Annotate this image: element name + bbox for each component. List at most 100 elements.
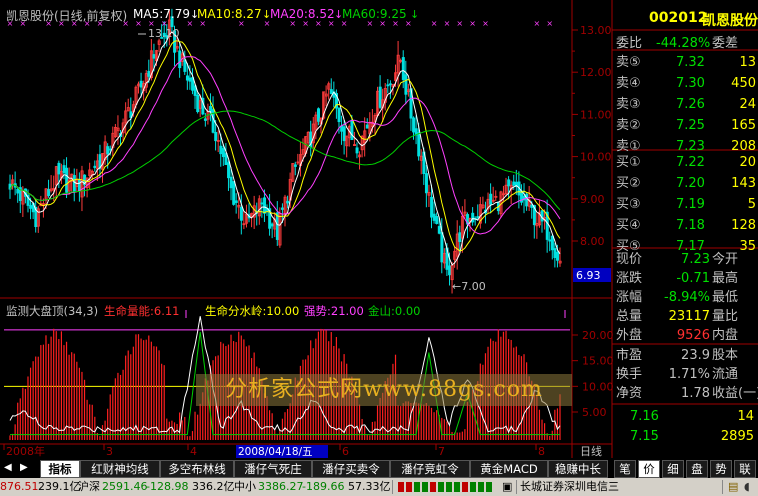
quote-tab-1[interactable]: 价 [638, 460, 660, 478]
breadth-block [446, 482, 452, 492]
zx-change: -189.66 [302, 480, 345, 493]
bid-row-1: 买① 7.22 20 [614, 154, 758, 171]
quote-tab-2[interactable]: 细 [662, 460, 684, 478]
gold-mountain-label: 金山:0.00 [368, 304, 421, 318]
ask-volume: 165 [731, 118, 756, 133]
candle-body [355, 147, 359, 154]
candle-body [512, 181, 516, 186]
date-tick-label: 2008年 [6, 444, 45, 458]
sz-label: 沪深 [78, 480, 100, 493]
candle-body [350, 120, 354, 141]
candle-body [550, 235, 554, 251]
bid-volume: 20 [739, 155, 756, 170]
candle-body [337, 107, 341, 123]
price-tick-label: 9.00 [580, 193, 605, 206]
trading-terminal: 13.00 12.00 11.00 10.00 9.00 8.00 6.93 20.00 15.… [0, 0, 758, 496]
indicator-tick-label: 20.00 [582, 329, 614, 342]
tab-scroll-left-icon[interactable]: ◀ [4, 462, 12, 473]
sz-amount: 336.2亿 [192, 480, 235, 493]
candle-body [209, 106, 213, 113]
stat-row-1: 涨跌 -0.71 最高 [614, 270, 758, 287]
quote-tab-4[interactable]: 势 [710, 460, 732, 478]
date-tick-label: 7 [438, 445, 445, 458]
stat2-row-0: 市盈 23.9 股本 [614, 347, 758, 364]
quote-tab-3[interactable]: 盘 [686, 460, 708, 478]
ask-row-2: 卖② 7.25 165 [614, 117, 758, 134]
indicator-tick-label: 10.00 [582, 380, 614, 393]
ma10-label: MA10:8.27 [197, 7, 262, 21]
tab-6[interactable]: 黄金MACD [470, 460, 548, 478]
candle-body [178, 50, 182, 69]
high-annotation: 13.10 [148, 27, 180, 40]
bid-volume: 128 [731, 218, 756, 233]
speaker-icon: ◖ [744, 480, 750, 493]
tab-1[interactable]: 红财神均线 [80, 460, 160, 478]
candle-body [62, 165, 66, 174]
ask-price: 7.26 [676, 97, 705, 112]
tick-price: 7.16 [630, 409, 659, 424]
stat-label-2: 内盘 [712, 328, 739, 343]
ask-label: 卖① [616, 139, 641, 154]
candle-body [188, 77, 192, 82]
tab-7[interactable]: 稳赚中长 [548, 460, 608, 478]
candle-body [57, 162, 61, 175]
breadth-block [470, 482, 476, 492]
ask-price: 7.32 [676, 55, 705, 70]
candle-body [548, 239, 552, 242]
candle-body [342, 126, 346, 142]
signal-marker: × [431, 19, 438, 28]
bid-price: 7.19 [676, 197, 705, 212]
tab-2[interactable]: 多空布林线 [160, 460, 234, 478]
candle-body [47, 188, 51, 196]
stat-value: -8.94% [664, 290, 710, 305]
candle-body [16, 188, 20, 194]
candle-body [72, 175, 76, 192]
ask-volume: 13 [739, 55, 756, 70]
breadth-block [406, 482, 412, 492]
lock-icon: ▤ [728, 480, 739, 493]
breadth-block [398, 482, 404, 492]
crosshair-date-label: 2008/04/18/五 [238, 446, 313, 458]
signal-marker: × [444, 19, 451, 28]
date-tick-label: 6 [342, 445, 349, 458]
stat-label-2: 收益(一) [712, 386, 758, 401]
candle-body [263, 197, 267, 214]
bid-volume: 143 [731, 176, 756, 191]
candle-body [221, 148, 225, 158]
quote-tab-0[interactable]: 笔 [614, 460, 636, 478]
breadth-block [486, 482, 492, 492]
tab-4[interactable]: 潘仔买卖令 [312, 460, 390, 478]
signal-marker: × [469, 19, 476, 28]
candle-body [93, 165, 97, 169]
candle-body [227, 162, 231, 179]
ask-price: 7.23 [676, 139, 705, 154]
stat-row-4: 外盘 9526 内盘 [614, 327, 758, 344]
watershed-label: 生命分水岭:10.00 [205, 304, 300, 318]
breadth-block [454, 482, 460, 492]
tab-0[interactable]: 指标 [40, 460, 80, 478]
breadth-block [462, 482, 468, 492]
bid-label: 买① [616, 155, 641, 170]
candle-body [196, 94, 200, 113]
breadth-block [414, 482, 420, 492]
tab-5[interactable]: 潘仔竞虹令 [390, 460, 470, 478]
ask-label: 卖④ [616, 76, 641, 91]
price-tick-label: 11.00 [580, 108, 612, 121]
candle-body [417, 132, 421, 157]
stat-value: 23.9 [681, 348, 710, 363]
candle-body [152, 54, 156, 59]
date-tick-label: 3 [106, 445, 113, 458]
signal-marker: × [482, 19, 489, 28]
tab-3[interactable]: 潘仔气死庄 [234, 460, 312, 478]
candle-body [553, 248, 557, 258]
candle-body [386, 84, 390, 87]
weibi-value: -44.28% [656, 36, 711, 51]
quote-tab-5[interactable]: 联 [734, 460, 756, 478]
ask-volume: 450 [731, 76, 756, 91]
ask-row-4: 卖④ 7.30 450 [614, 75, 758, 92]
current-price-label: 6.93 [576, 269, 601, 282]
strength-label: 强势:21.00 [304, 304, 364, 318]
stat-row-0: 现价 7.23 今开 [614, 251, 758, 268]
ma60-label: MA60:9.25 [342, 7, 407, 21]
tab-scroll-right-icon[interactable]: ▶ [20, 462, 28, 473]
